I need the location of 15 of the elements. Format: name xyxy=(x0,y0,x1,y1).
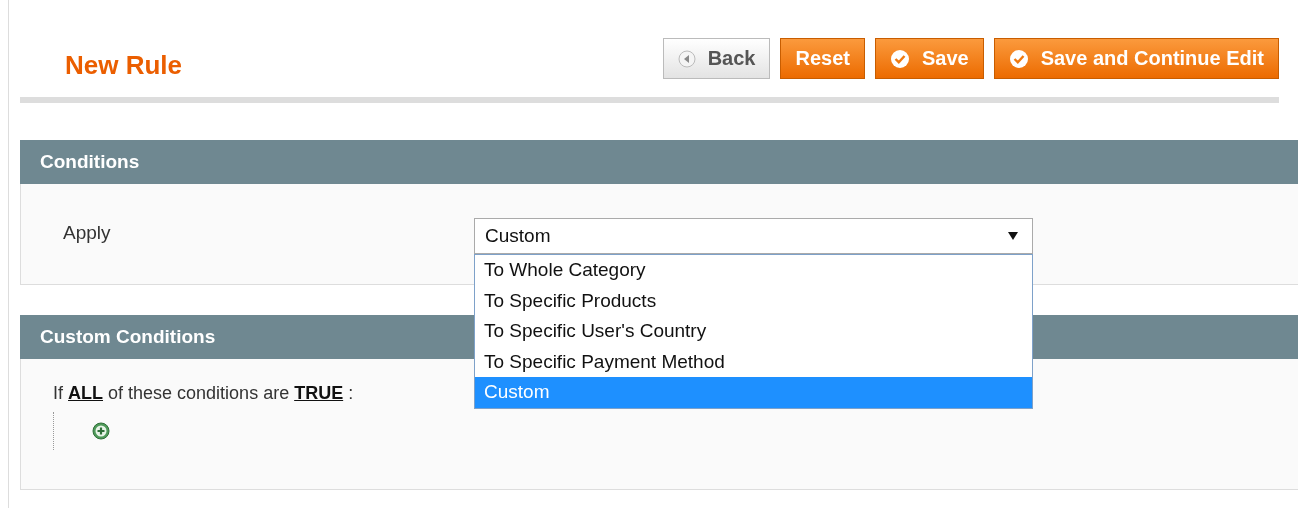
conditions-sentence: If ALL of these conditions are TRUE : xyxy=(53,383,354,404)
condition-link[interactable]: TRUE xyxy=(294,383,344,403)
page-title: New Rule xyxy=(65,50,183,81)
dropdown-option[interactable]: To Specific Products xyxy=(475,285,1032,316)
dropdown-option[interactable]: To Specific User's Country xyxy=(475,316,1032,347)
back-button[interactable]: Back xyxy=(662,38,771,79)
field-label: Apply xyxy=(62,221,112,244)
check-icon xyxy=(889,48,910,69)
dropdown-option[interactable]: To Whole Category xyxy=(475,255,1032,286)
add-icon[interactable] xyxy=(92,422,110,440)
condition-link[interactable]: ALL xyxy=(68,383,103,403)
dropdown-arrow-icon xyxy=(1008,232,1018,240)
section-header: Conditions xyxy=(20,140,1298,184)
apply-select[interactable]: Custom xyxy=(474,218,1033,254)
check-icon xyxy=(1008,48,1029,69)
